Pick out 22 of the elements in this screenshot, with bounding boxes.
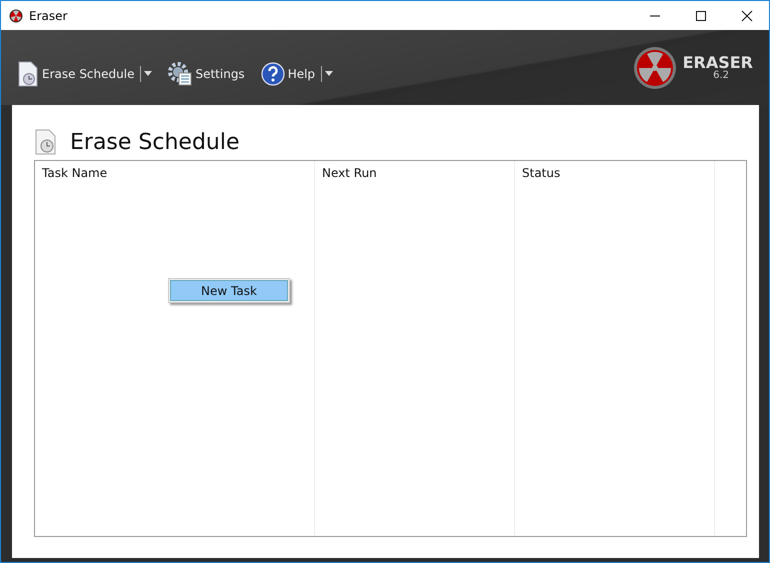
page-title: Erase Schedule bbox=[70, 130, 240, 154]
help-icon bbox=[260, 62, 285, 86]
logo-text: ERASER bbox=[682, 54, 753, 71]
toolbar-button[interactable]: Settings bbox=[168, 62, 245, 86]
window-title: Eraser bbox=[29, 8, 68, 22]
close-icon[interactable] bbox=[741, 10, 753, 22]
radiation-logo-icon bbox=[632, 46, 677, 90]
version-text: 6.2 bbox=[713, 71, 729, 81]
gear-icon bbox=[168, 62, 192, 86]
app-icon bbox=[9, 8, 23, 22]
menu-item[interactable]: New Task bbox=[170, 280, 288, 301]
column-header[interactable]: Task Name bbox=[42, 166, 108, 180]
dropdown-caret-icon[interactable] bbox=[325, 71, 334, 76]
maximize-icon[interactable] bbox=[695, 10, 707, 22]
column-header[interactable]: Next Run bbox=[322, 166, 377, 180]
column-header[interactable]: Status bbox=[522, 166, 560, 180]
task-list[interactable]: Task Name Next Run Status New Task bbox=[34, 160, 747, 537]
document-clock-icon bbox=[34, 129, 58, 155]
toolbar-button[interactable]: Erase Schedule bbox=[17, 60, 134, 86]
document-clock-icon bbox=[17, 60, 39, 86]
dropdown-caret-icon[interactable] bbox=[144, 71, 152, 76]
toolbar-button[interactable]: Help bbox=[260, 62, 316, 86]
